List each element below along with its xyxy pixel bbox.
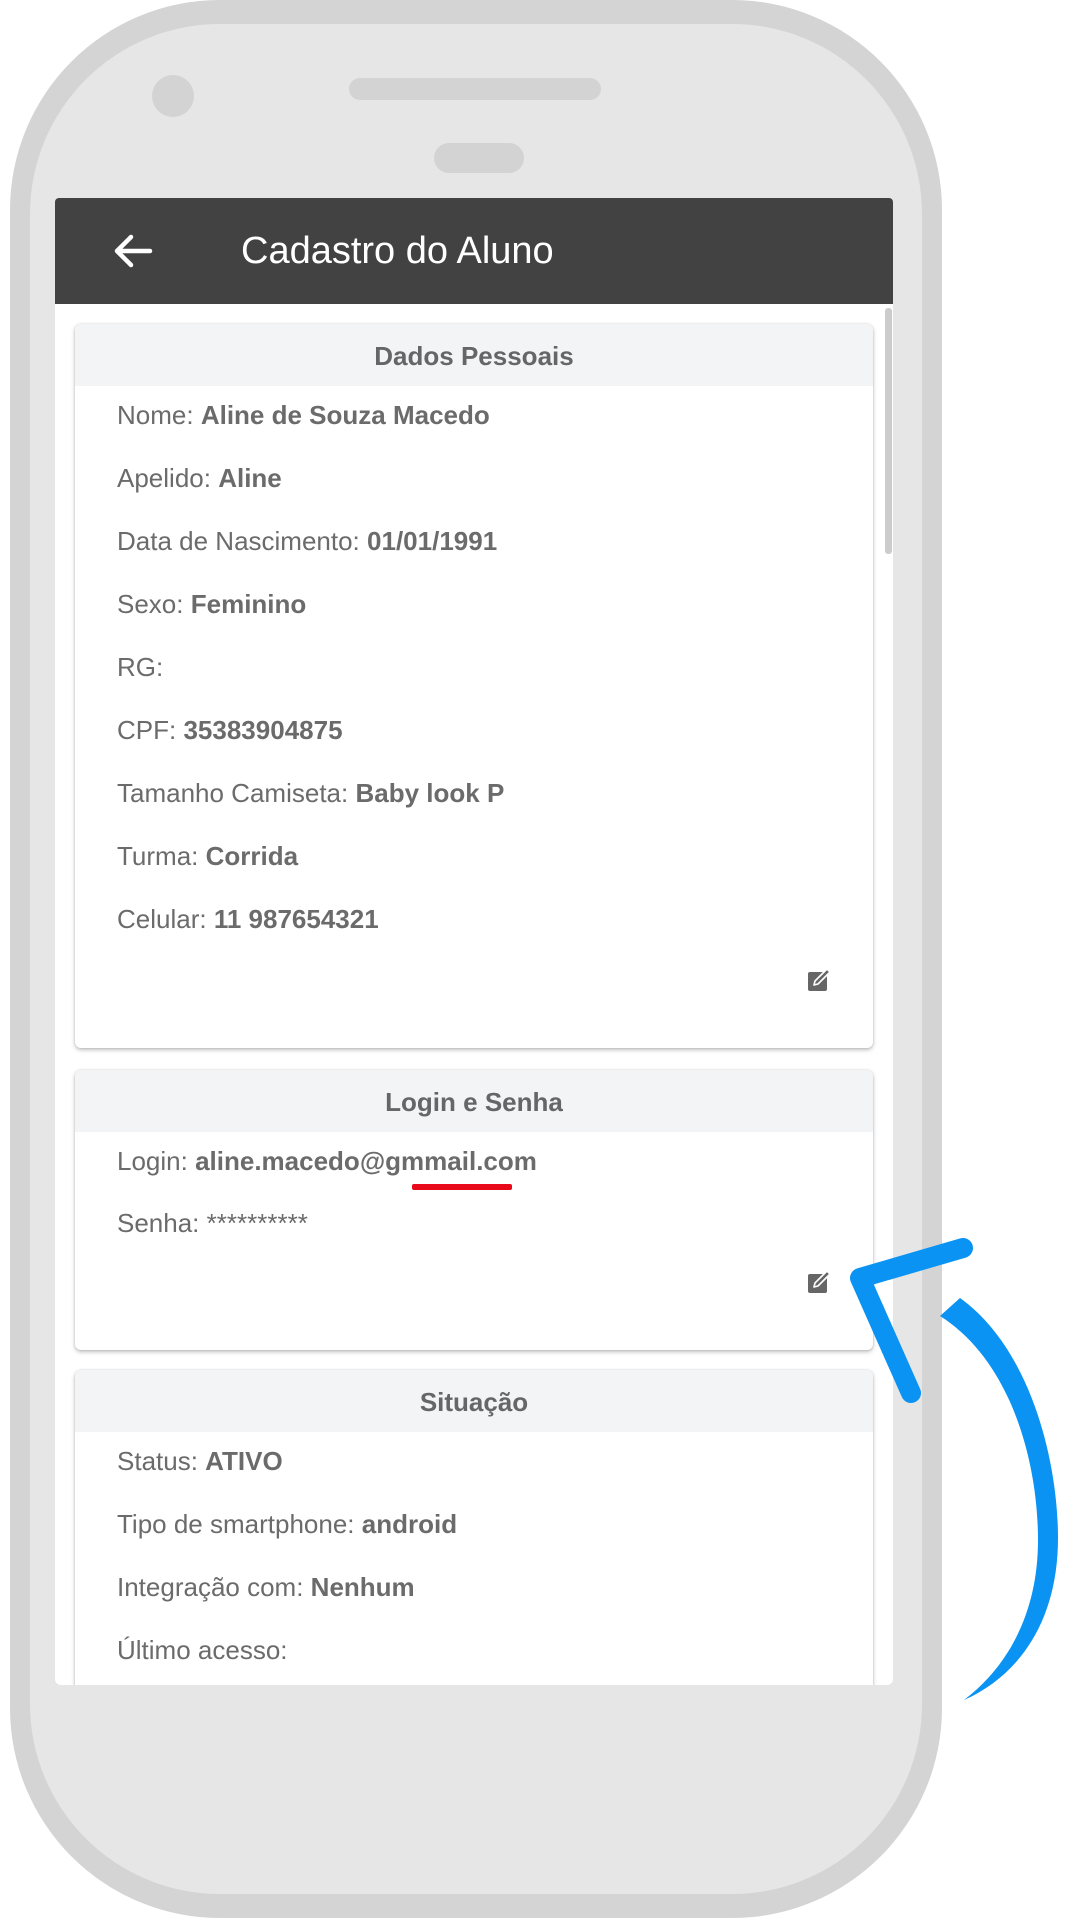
field-label: Nome: [117, 400, 194, 430]
field-label: Apelido: [117, 463, 211, 493]
field-rg: RG: [117, 650, 163, 684]
login-suffix: .com [476, 1146, 537, 1176]
speaker-grille [349, 78, 601, 100]
field-senha: Senha: ********** [117, 1206, 308, 1240]
field-value: Corrida [205, 841, 299, 871]
field-label: Senha: [117, 1208, 200, 1238]
card-title: Situação [75, 1370, 873, 1432]
field-value: Aline de Souza Macedo [200, 400, 490, 430]
field-value: Feminino [190, 589, 307, 619]
edit-icon[interactable] [807, 968, 831, 992]
login-domain: gmmail [385, 1146, 477, 1176]
login-password-card: Login e Senha Login: aline.macedo@gmmail… [75, 1070, 873, 1350]
arrow-left-icon[interactable] [110, 228, 156, 274]
field-tipo-smartphone: Tipo de smartphone: android [117, 1507, 457, 1541]
personal-data-card: Dados Pessoais Nome: Aline de Souza Mace… [75, 324, 873, 1048]
field-celular: Celular: 11 987654321 [117, 902, 379, 936]
stage: Cadastro do Aluno Dados Pessoais Nome: A… [0, 0, 1080, 1920]
phone-screen: Cadastro do Aluno Dados Pessoais Nome: A… [55, 198, 893, 1685]
app-bar: Cadastro do Aluno [55, 198, 893, 304]
field-apelido: Apelido: Aline [117, 461, 282, 495]
page-title: Cadastro do Aluno [241, 230, 554, 272]
field-ultimo-acesso: Último acesso: [117, 1633, 288, 1667]
field-value: Nenhum [310, 1572, 415, 1602]
field-label: Tamanho Camiseta: [117, 778, 349, 808]
field-label: Último acesso: [117, 1635, 288, 1665]
card-title: Login e Senha [75, 1070, 873, 1132]
field-label: Status: [117, 1446, 198, 1476]
field-status: Status: ATIVO [117, 1444, 283, 1478]
field-value: 35383904875 [183, 715, 343, 745]
camera-icon [152, 75, 194, 117]
content-scroll-area[interactable]: Dados Pessoais Nome: Aline de Souza Mace… [55, 304, 893, 1685]
field-data-nascimento: Data de Nascimento: 01/01/1991 [117, 524, 497, 558]
field-value: ********** [206, 1208, 308, 1238]
field-integracao: Integração com: Nenhum [117, 1570, 415, 1604]
field-label: Login: [117, 1146, 188, 1176]
field-tamanho-camiseta: Tamanho Camiseta: Baby look P [117, 776, 504, 810]
field-value: Baby look P [355, 778, 505, 808]
field-value: android [361, 1509, 458, 1539]
field-label: Tipo de smartphone: [117, 1509, 355, 1539]
field-value: Aline [218, 463, 282, 493]
field-nome: Nome: Aline de Souza Macedo [117, 398, 490, 432]
sensor-pill [434, 143, 524, 173]
field-label: Sexo: [117, 589, 184, 619]
annotation-underline [412, 1184, 512, 1190]
field-label: Turma: [117, 841, 199, 871]
field-turma: Turma: Corrida [117, 839, 298, 873]
field-value: ATIVO [205, 1446, 283, 1476]
field-sexo: Sexo: Feminino [117, 587, 306, 621]
login-prefix: aline.macedo@ [195, 1146, 386, 1176]
field-label: Celular: [117, 904, 207, 934]
field-label: RG: [117, 652, 164, 682]
card-title: Dados Pessoais [75, 324, 873, 386]
field-label: Integração com: [117, 1572, 304, 1602]
status-card: Situação Status: ATIVO Tipo de smartphon… [75, 1370, 873, 1685]
field-cpf: CPF: 35383904875 [117, 713, 343, 747]
field-login: Login: aline.macedo@gmmail.com [117, 1144, 537, 1178]
field-label: Data de Nascimento: [117, 526, 360, 556]
field-label: CPF: [117, 715, 177, 745]
field-value: 11 987654321 [213, 904, 379, 934]
annotation-arrow-icon [850, 1238, 1058, 1700]
field-value: 01/01/1991 [367, 526, 498, 556]
